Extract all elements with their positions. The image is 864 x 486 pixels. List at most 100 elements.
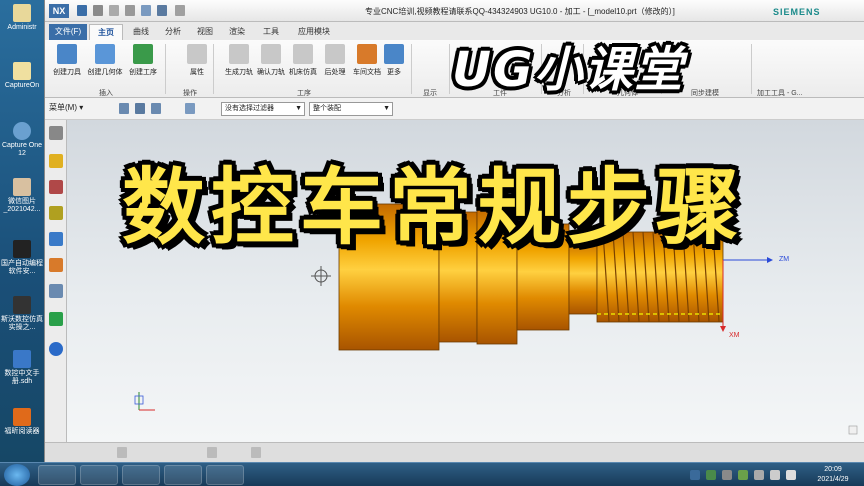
menu-button[interactable]: 菜单(M) ▾ xyxy=(49,102,83,113)
create-tool-icon xyxy=(57,44,77,64)
shop-docs-icon xyxy=(357,44,377,64)
group-actions: 操作 xyxy=(183,90,197,97)
constraint-navigator-icon[interactable] xyxy=(49,232,63,246)
taskbar-app-nx[interactable] xyxy=(164,465,202,485)
view-icon[interactable] xyxy=(185,103,195,114)
tab-render[interactable]: 渲染 xyxy=(223,24,251,40)
create-geometry-button[interactable]: 创建几何体 xyxy=(85,44,125,77)
taskbar-app-explorer[interactable] xyxy=(38,465,76,485)
resize-handle-icon[interactable] xyxy=(848,425,858,435)
tab-analysis[interactable]: 分析 xyxy=(159,24,187,40)
status-bar xyxy=(45,442,864,462)
tab-application[interactable]: 应用模块 xyxy=(291,24,337,40)
wechat-icon[interactable] xyxy=(738,470,748,480)
clock-date: 2021/4/29 xyxy=(817,476,849,483)
more-icon xyxy=(384,44,404,64)
taskbar: 20:09 2021/4/29 xyxy=(0,462,864,486)
tab-view[interactable]: 视图 xyxy=(191,24,219,40)
copy-icon[interactable] xyxy=(141,5,151,16)
settings-icon[interactable] xyxy=(49,126,63,140)
divider xyxy=(165,44,166,94)
history-icon[interactable] xyxy=(49,284,63,298)
zm-label: ZM xyxy=(779,256,790,263)
desktop-icons: Administr CaptureOn Capture One 12 微信图片_… xyxy=(0,0,44,462)
language-icon[interactable] xyxy=(754,470,764,480)
machine-simulation-icon xyxy=(293,44,313,64)
taskbar-app-recorder[interactable] xyxy=(122,465,160,485)
status-icon xyxy=(207,447,217,458)
nx-logo: NX xyxy=(49,4,69,18)
chevron-down-icon: ▼ xyxy=(383,105,390,112)
assembly-select[interactable]: 整个装配 ▼ xyxy=(309,102,393,116)
part-navigator-icon[interactable] xyxy=(49,180,63,194)
siemens-logo: SIEMENS xyxy=(773,7,821,17)
desktop-icon-foxit[interactable]: 福昕阅读器 xyxy=(0,408,44,436)
taskbar-app-media[interactable] xyxy=(206,465,244,485)
video-headline: 数控车常规步骤 xyxy=(122,159,745,256)
volume-icon[interactable] xyxy=(786,470,796,480)
start-button[interactable] xyxy=(4,464,30,486)
zm-arrow xyxy=(767,257,773,263)
properties-button[interactable]: 属性 xyxy=(177,44,217,77)
desktop-icon-programming-software[interactable]: 国产自动编程软件安... xyxy=(0,240,44,276)
clock-time: 20:09 xyxy=(824,466,842,473)
undo-icon[interactable] xyxy=(93,5,103,16)
desktop-icon-cnc-manual[interactable]: 数控中文手册.sdh xyxy=(0,350,44,386)
network-icon[interactable] xyxy=(770,470,780,480)
create-geometry-icon xyxy=(95,44,115,64)
cut-icon[interactable] xyxy=(125,5,135,16)
tab-tools[interactable]: 工具 xyxy=(257,24,285,40)
window-switch-icon[interactable] xyxy=(157,5,167,16)
desktop-icon-captureone[interactable]: CaptureOn xyxy=(0,62,44,90)
assembly-navigator-icon[interactable] xyxy=(49,206,63,220)
create-tool-button[interactable]: 创建刀具 xyxy=(47,44,87,77)
select-icon[interactable] xyxy=(119,103,129,114)
info-icon[interactable] xyxy=(49,342,63,356)
desktop-icon-swansoft[interactable]: 斯沃数控仿真实操之... xyxy=(0,296,44,332)
app-icon xyxy=(13,240,31,258)
divider xyxy=(751,44,752,94)
record-icon[interactable] xyxy=(722,470,732,480)
system-materials-icon[interactable] xyxy=(49,312,63,326)
divider xyxy=(449,44,450,94)
snap-icon[interactable] xyxy=(151,103,161,114)
verify-path-icon xyxy=(261,44,281,64)
app-icon xyxy=(13,296,31,314)
status-icon xyxy=(251,447,261,458)
xm-arrow xyxy=(720,326,726,332)
postprocess-icon xyxy=(325,44,345,64)
window-title: 专业CNC培训,视频教程请联系QQ-434324903 UG10.0 - 加工 … xyxy=(365,7,675,16)
properties-icon xyxy=(187,44,207,64)
redo-icon[interactable] xyxy=(109,5,119,16)
desktop-icon-capture-one-12[interactable]: Capture One 12 xyxy=(0,122,44,158)
desktop-icon-wechat-image[interactable]: 微信图片_2021042... xyxy=(0,178,44,214)
capture-one-icon xyxy=(13,122,31,140)
save-icon[interactable] xyxy=(77,5,87,16)
create-operation-icon xyxy=(133,44,153,64)
divider xyxy=(213,44,214,94)
clock[interactable]: 20:09 2021/4/29 xyxy=(808,465,858,485)
resource-bar xyxy=(45,120,67,442)
divider xyxy=(411,44,412,94)
desktop-icon-administrator[interactable]: Administr xyxy=(0,4,44,32)
type-filter-select[interactable]: 没有选择过滤器 ▼ xyxy=(221,102,305,116)
group-sync-modeling: 同步建模 xyxy=(691,90,719,97)
reuse-library-icon[interactable] xyxy=(49,258,63,272)
security-icon[interactable] xyxy=(706,470,716,480)
filter-icon[interactable] xyxy=(135,103,145,114)
keyboard-icon[interactable] xyxy=(690,470,700,480)
selection-toolbar: 菜单(M) ▾ 没有选择过滤器 ▼ 整个装配 ▼ xyxy=(45,98,864,120)
touch-mode-icon[interactable] xyxy=(175,5,185,16)
chevron-down-icon: ▼ xyxy=(295,105,302,112)
navigator-icon[interactable] xyxy=(49,154,63,168)
status-icon xyxy=(117,447,127,458)
tab-file[interactable]: 文件(F) xyxy=(49,24,87,40)
generate-path-icon xyxy=(229,44,249,64)
tab-home[interactable]: 主页 xyxy=(89,24,123,40)
tab-curve[interactable]: 曲线 xyxy=(127,24,155,40)
more-button[interactable]: 更多 xyxy=(379,44,409,77)
group-machining-tools: 加工工具 - G... xyxy=(757,90,803,97)
group-operations: 工序 xyxy=(297,90,311,97)
taskbar-app-help[interactable] xyxy=(80,465,118,485)
create-operation-button[interactable]: 创建工序 xyxy=(123,44,163,77)
